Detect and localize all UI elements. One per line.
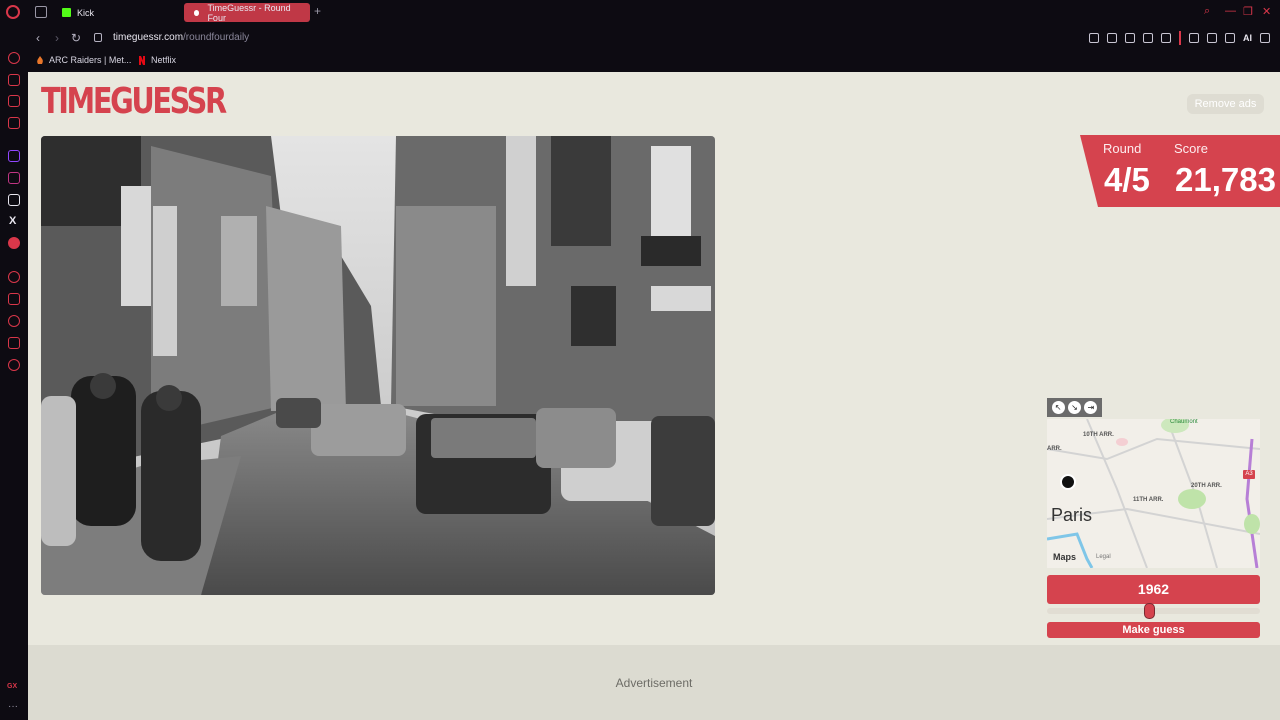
extensions-sidebar-icon[interactable] <box>8 337 20 349</box>
shield-icon[interactable] <box>1125 33 1135 43</box>
expand-map-icon[interactable]: ↖ <box>1051 401 1065 414</box>
netflix-icon <box>139 55 145 65</box>
toolbar-icons: AI <box>1089 31 1270 45</box>
year-slider-thumb[interactable] <box>1143 603 1155 619</box>
place-label: Chaumont <box>1170 419 1198 425</box>
tab-bar: Kick TimeGuessr - Round Four + ⌕ — ❐ ✕ <box>0 0 1280 25</box>
guess-pin-icon[interactable] <box>1060 474 1076 490</box>
url-field[interactable]: timeguessr.com/roundfourdaily <box>113 32 249 43</box>
flame-icon <box>37 55 43 64</box>
player-icon[interactable] <box>8 271 20 283</box>
download-icon[interactable] <box>1225 33 1235 43</box>
city-label: Paris <box>1051 505 1093 525</box>
score-panel: Round Score 4/5 21,783 <box>1080 135 1280 207</box>
history-icon[interactable] <box>8 315 20 327</box>
tab-timeguessr[interactable]: TimeGuessr - Round Four <box>184 2 310 23</box>
advertisement-label: Advertisement <box>615 676 693 690</box>
search-tabs-icon[interactable]: ⌕ <box>1204 5 1210 18</box>
pin-map-icon[interactable]: ⇥ <box>1084 401 1098 414</box>
shrink-map-icon[interactable]: ↘ <box>1067 401 1081 414</box>
bag-icon[interactable] <box>8 74 20 86</box>
ai-button[interactable]: AI <box>1243 33 1252 43</box>
map-size-controls: ↖ ↘ ⇥ <box>1047 398 1102 417</box>
tiktok-icon[interactable] <box>8 194 20 206</box>
guess-map[interactable]: 10TH ARR. 11TH ARR. 20TH ARR. ARR. Chaum… <box>1047 419 1260 568</box>
url-host: timeguessr.com <box>113 32 184 43</box>
minimize-icon[interactable]: — <box>1225 5 1236 17</box>
kick-favicon-icon <box>62 8 71 17</box>
gx-corner-label[interactable]: GX <box>7 683 17 690</box>
timeguessr-favicon-icon <box>192 7 202 18</box>
music-icon[interactable] <box>8 237 20 249</box>
lock-icon <box>94 33 102 42</box>
district-label: 11TH ARR. <box>1133 497 1164 503</box>
speed-dial-icon[interactable] <box>8 52 20 64</box>
x-icon[interactable]: X <box>9 215 16 227</box>
district-label: 10TH ARR. <box>1083 432 1114 438</box>
district-label: 20TH ARR. <box>1191 483 1222 489</box>
score-value: 21,783 <box>1175 161 1276 198</box>
ad-area: Advertisement <box>28 645 1280 720</box>
apple-maps-logo: Maps <box>1053 552 1077 562</box>
legal-link[interactable]: Legal <box>1096 554 1111 560</box>
bookmark-label: Netflix <box>151 55 177 65</box>
restore-icon[interactable]: ❐ <box>1243 5 1253 18</box>
new-tab-icon[interactable]: + <box>314 4 321 18</box>
bookmark-arc-raiders[interactable]: ARC Raiders | Met... <box>36 55 131 65</box>
messenger-icon[interactable] <box>8 117 20 129</box>
instagram-icon[interactable] <box>8 172 20 184</box>
menu-icon[interactable] <box>1260 33 1270 43</box>
remove-ads-button[interactable]: Remove ads <box>1187 94 1264 114</box>
round-label: Round <box>1103 141 1142 156</box>
play-icon[interactable] <box>1143 33 1153 43</box>
make-guess-button[interactable]: Make guess <box>1047 622 1260 638</box>
url-path: /roundfourdaily <box>183 32 250 43</box>
bookmark-netflix[interactable]: Netflix <box>138 55 176 65</box>
back-icon[interactable]: ‹ <box>36 31 40 45</box>
page-content: TIMEGUESSR Remove ads Round Score 4/5 21… <box>28 72 1280 720</box>
heart-icon[interactable] <box>1161 33 1171 43</box>
tab-kick[interactable]: Kick <box>54 3 174 22</box>
forward-icon[interactable]: › <box>55 31 59 45</box>
browser-sidebar: X GX ··· <box>0 25 28 720</box>
close-window-icon[interactable]: ✕ <box>1262 5 1271 18</box>
extensions-icon[interactable] <box>1189 33 1199 43</box>
bookmarks-bar: ARC Raiders | Met... Netflix <box>28 51 1280 72</box>
news-icon[interactable] <box>8 95 20 107</box>
year-display: 1962 <box>1047 575 1260 604</box>
round-photo <box>41 136 715 595</box>
road-badge: A3 <box>1243 470 1255 479</box>
bookmark-icon[interactable] <box>1089 33 1099 43</box>
snapshot-icon[interactable] <box>1107 33 1117 43</box>
score-label: Score <box>1174 141 1208 156</box>
twitch-icon[interactable] <box>8 150 20 162</box>
tab-label: TimeGuessr - Round Four <box>207 2 291 23</box>
address-bar: ‹ › ↻ timeguessr.com/roundfourdaily AI <box>28 25 1280 51</box>
timeguessr-logo[interactable]: TIMEGUESSR <box>41 82 227 122</box>
round-value: 4/5 <box>1104 161 1150 198</box>
tab-label: Kick <box>77 7 95 18</box>
map-roads <box>1047 419 1260 568</box>
divider <box>1179 31 1181 45</box>
pin-icon[interactable] <box>8 293 20 305</box>
bookmark-label: ARC Raiders | Met... <box>49 55 132 65</box>
settings-icon[interactable] <box>8 359 20 371</box>
reload-icon[interactable]: ↻ <box>71 31 81 45</box>
opera-logo-icon[interactable] <box>6 5 20 19</box>
street-scene-image <box>41 136 715 595</box>
tab-islands-icon[interactable] <box>35 6 47 18</box>
profile-icon[interactable] <box>1207 33 1217 43</box>
district-label: ARR. <box>1047 446 1062 452</box>
more-icon[interactable]: ··· <box>8 701 18 712</box>
